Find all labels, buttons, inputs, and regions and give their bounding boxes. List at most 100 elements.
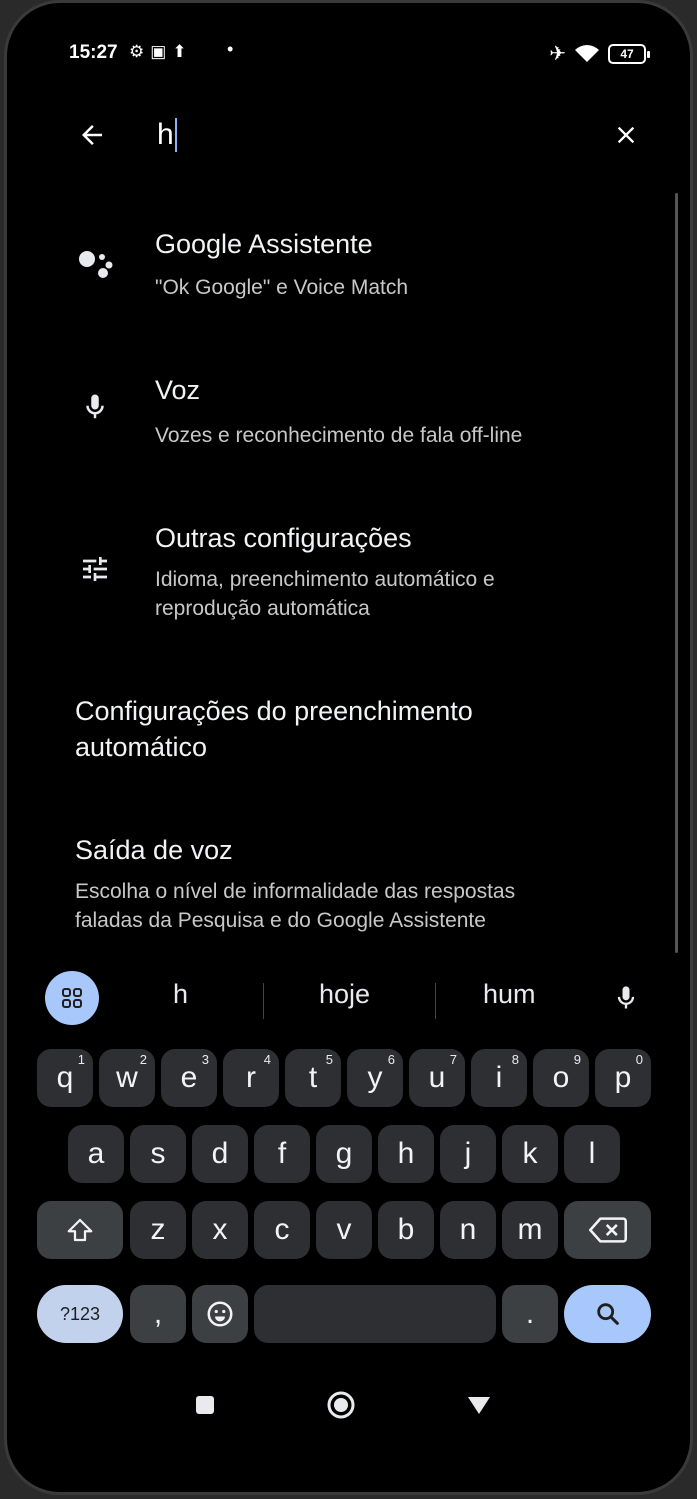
result-google-assistant[interactable]: Google Assistente "Ok Google" e Voice Ma… — [7, 225, 690, 325]
key-y[interactable]: y6 — [347, 1049, 403, 1107]
status-notification-icons: ⚙▣⬆ — [129, 42, 193, 62]
shift-key[interactable] — [37, 1201, 123, 1259]
key-hint: 6 — [387, 1052, 395, 1067]
result-title: Configurações do preenchimento automátic… — [75, 696, 473, 762]
key-v[interactable]: v — [316, 1201, 372, 1259]
mic-icon — [617, 986, 635, 1009]
key-b[interactable]: b — [378, 1201, 434, 1259]
period-key[interactable]: . — [502, 1285, 558, 1343]
wifi-icon — [575, 44, 599, 62]
key-s[interactable]: s — [130, 1125, 186, 1183]
result-title: Google Assistente — [155, 229, 373, 259]
backspace-icon — [588, 1217, 627, 1243]
recents-button[interactable] — [182, 1381, 228, 1429]
keyboard: q1 w2 e3 r4 t5 y6 u7 i8 o9 p0 a s d f g … — [21, 1039, 669, 1357]
grid-icon — [62, 988, 82, 1008]
key-a[interactable]: a — [68, 1125, 124, 1183]
key-label: r — [246, 1061, 256, 1094]
result-outras-configuracoes[interactable]: Outras configurações Idioma, preenchimen… — [7, 511, 690, 631]
key-t[interactable]: t5 — [285, 1049, 341, 1107]
text-caret — [174, 118, 177, 152]
emoji-key[interactable] — [192, 1285, 248, 1343]
suggestion-divider — [263, 983, 264, 1019]
key-m[interactable]: m — [502, 1201, 558, 1259]
key-label: y — [367, 1061, 383, 1094]
key-l[interactable]: l — [564, 1125, 620, 1183]
key-hint: 3 — [201, 1052, 209, 1067]
circle-icon — [327, 1391, 355, 1419]
key-p[interactable]: p0 — [595, 1049, 651, 1107]
result-subtitle: Idioma, preenchimento automático e repro… — [155, 568, 495, 620]
navigation-bar — [7, 1381, 690, 1431]
search-input[interactable]: h — [157, 109, 537, 161]
result-title: Saída de voz — [75, 835, 233, 865]
key-r[interactable]: r4 — [223, 1049, 279, 1107]
back-nav-button[interactable] — [456, 1381, 502, 1429]
key-u[interactable]: u7 — [409, 1049, 465, 1107]
key-g[interactable]: g — [316, 1125, 372, 1183]
key-o[interactable]: o9 — [533, 1049, 589, 1107]
status-bar: 15:27 ⚙▣⬆ • ✈ 47 — [7, 33, 690, 77]
key-hint: 9 — [573, 1052, 581, 1067]
shift-icon — [67, 1218, 93, 1242]
voice-input-button[interactable] — [601, 973, 651, 1023]
key-d[interactable]: d — [192, 1125, 248, 1183]
upload-icon: ⬆ — [172, 42, 193, 61]
comma-key[interactable]: , — [130, 1285, 186, 1343]
keyboard-apps-button[interactable] — [45, 971, 99, 1025]
key-label: q — [56, 1061, 74, 1094]
key-f[interactable]: f — [254, 1125, 310, 1183]
space-key[interactable] — [254, 1285, 496, 1343]
clear-search-button[interactable] — [601, 109, 651, 161]
emoji-icon — [207, 1301, 233, 1327]
close-icon — [617, 126, 635, 144]
search-key[interactable] — [564, 1285, 651, 1343]
suggestion-strip: h hoje hum — [7, 961, 690, 1027]
key-h[interactable]: h — [378, 1125, 434, 1183]
backspace-key[interactable] — [564, 1201, 651, 1259]
result-autofill-settings[interactable]: Configurações do preenchimento automátic… — [7, 679, 690, 779]
result-subtitle: "Ok Google" e Voice Match — [155, 276, 409, 299]
key-hint: 7 — [449, 1052, 457, 1067]
result-voz[interactable]: Voz Vozes e reconhecimento de fala off-l… — [7, 365, 690, 465]
key-hint: 5 — [325, 1052, 333, 1067]
settings-icon: ⚙ — [129, 42, 151, 61]
key-i[interactable]: i8 — [471, 1049, 527, 1107]
key-x[interactable]: x — [192, 1201, 248, 1259]
result-subtitle: Escolha o nível de informalidade das res… — [75, 880, 516, 932]
key-label: u — [428, 1061, 446, 1094]
search-query: h — [157, 118, 174, 151]
back-button[interactable] — [69, 109, 115, 161]
search-icon — [596, 1303, 619, 1325]
suggestion-h[interactable]: h — [173, 979, 188, 1010]
square-icon — [196, 1396, 214, 1414]
app-notification-icon: ▣ — [150, 42, 173, 61]
key-label: i — [495, 1061, 503, 1094]
suggestion-hum[interactable]: hum — [483, 979, 536, 1010]
key-q[interactable]: q1 — [37, 1049, 93, 1107]
status-time: 15:27 — [69, 42, 118, 63]
search-header: h — [7, 103, 690, 167]
home-button[interactable] — [318, 1381, 364, 1429]
key-n[interactable]: n — [440, 1201, 496, 1259]
key-e[interactable]: e3 — [161, 1049, 217, 1107]
google-assistant-icon — [75, 241, 115, 281]
symbols-key[interactable]: ?123 — [37, 1285, 123, 1343]
key-c[interactable]: c — [254, 1201, 310, 1259]
airplane-icon: ✈ — [549, 43, 566, 65]
result-title: Voz — [155, 375, 201, 405]
key-w[interactable]: w2 — [99, 1049, 155, 1107]
phone-screen: 15:27 ⚙▣⬆ • ✈ 47 h Google Assistente "Ok… — [4, 0, 693, 1495]
result-saida-de-voz[interactable]: Saída de voz Escolha o nível de informal… — [7, 833, 690, 943]
key-k[interactable]: k — [502, 1125, 558, 1183]
result-title: Outras configurações — [155, 523, 412, 553]
mic-icon — [75, 387, 115, 427]
key-label: p — [614, 1061, 632, 1094]
suggestion-hoje[interactable]: hoje — [319, 979, 370, 1010]
key-j[interactable]: j — [440, 1125, 496, 1183]
battery-icon: 47 — [608, 43, 650, 64]
key-label: t — [308, 1061, 318, 1094]
key-hint: 2 — [139, 1052, 147, 1067]
key-z[interactable]: z — [130, 1201, 186, 1259]
key-label: o — [552, 1061, 570, 1094]
